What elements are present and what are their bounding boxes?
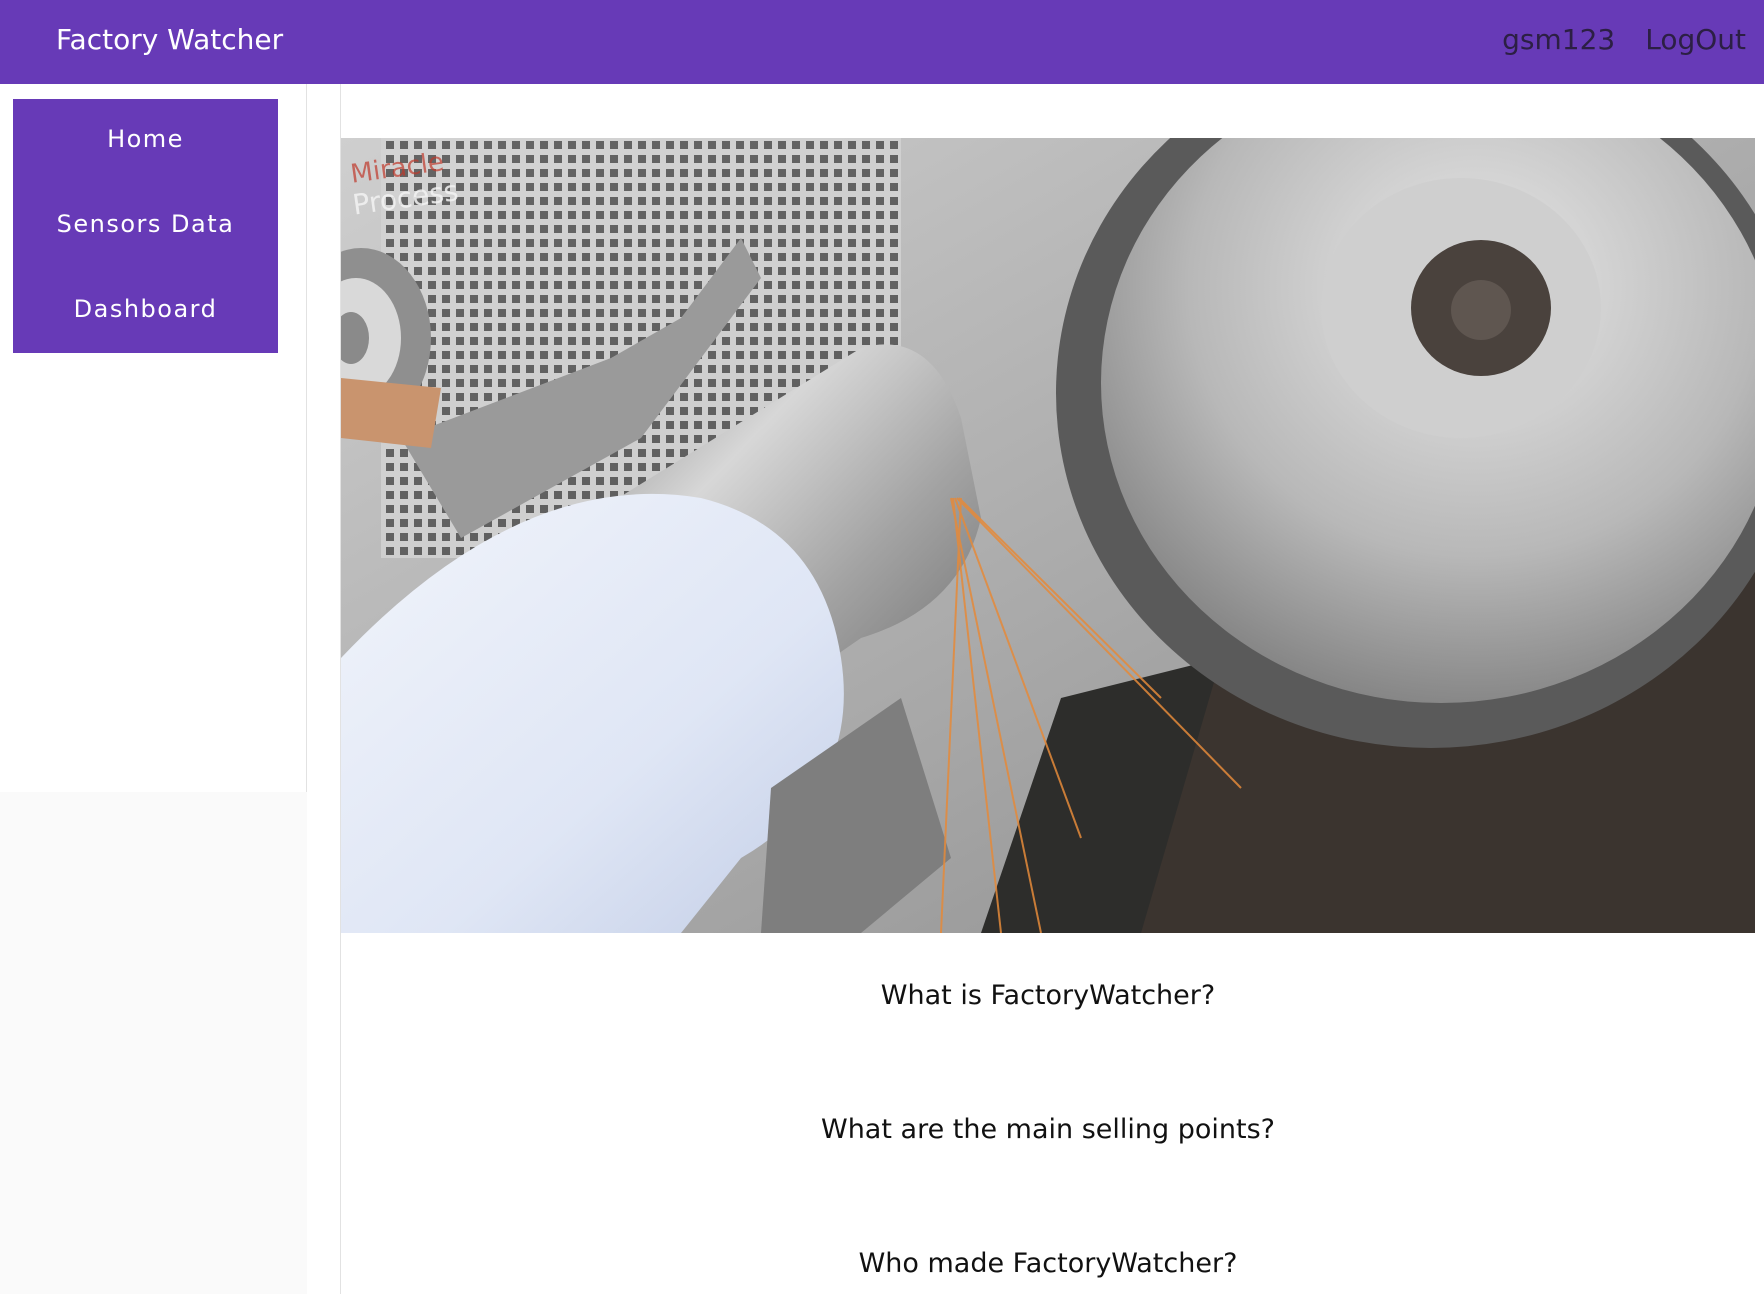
top-app-bar: Factory Watcher gsm123 LogOut	[0, 0, 1764, 84]
logout-button[interactable]: LogOut	[1645, 22, 1746, 58]
sidebar: Home Sensors Data Dashboard	[0, 84, 307, 792]
faq-question-who-made[interactable]: Who made FactoryWatcher?	[341, 1246, 1755, 1282]
app-title[interactable]: Factory Watcher	[56, 22, 283, 58]
nav-menu: Home Sensors Data Dashboard	[13, 99, 278, 353]
sidebar-lower-background	[0, 792, 307, 1294]
hero-image: Miracle Process	[341, 138, 1755, 933]
username-link[interactable]: gsm123	[1502, 22, 1615, 58]
sidebar-item-dashboard[interactable]: Dashboard	[13, 292, 278, 377]
sidebar-item-home[interactable]: Home	[13, 122, 278, 207]
faq-question-selling-points[interactable]: What are the main selling points?	[341, 1112, 1755, 1148]
faq-question-what-is[interactable]: What is FactoryWatcher?	[341, 978, 1755, 1014]
user-controls: gsm123 LogOut	[1502, 22, 1746, 58]
sidebar-item-sensors-data[interactable]: Sensors Data	[13, 207, 278, 292]
main-content: Miracle Process What is FactoryWatcher? …	[340, 84, 1755, 1294]
